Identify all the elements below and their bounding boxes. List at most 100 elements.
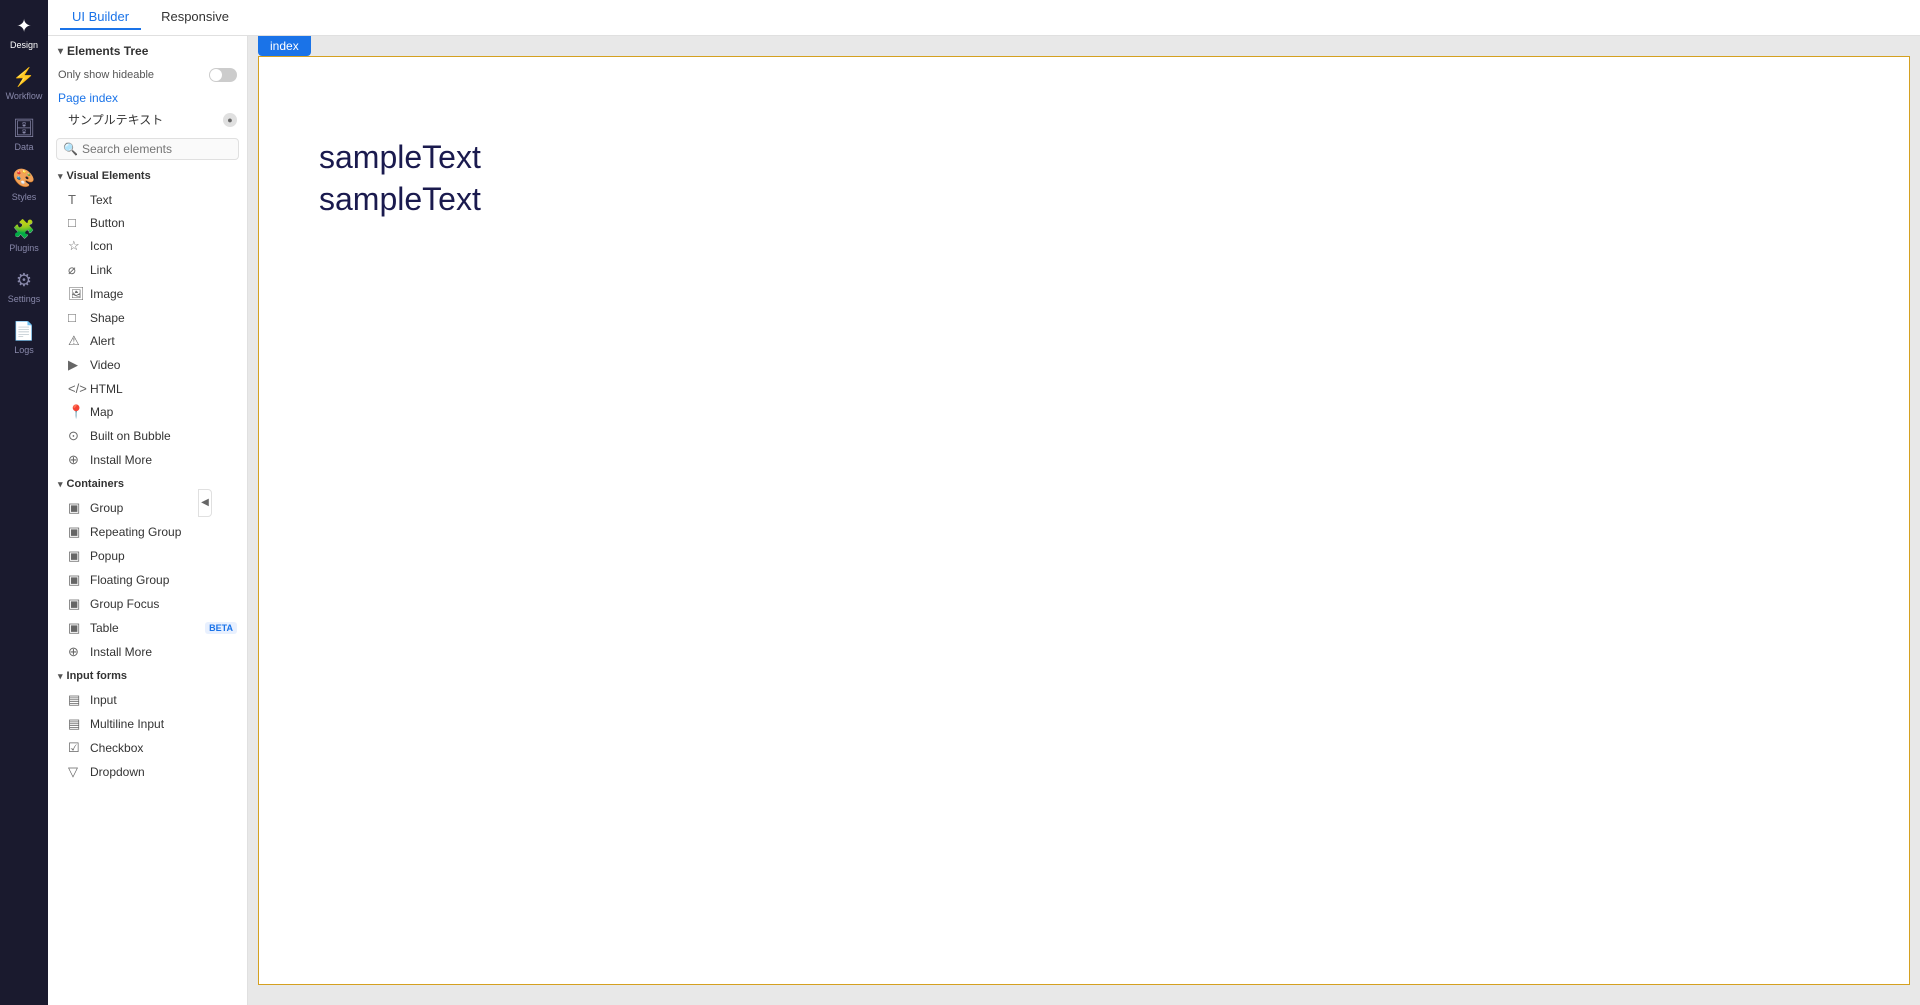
element-item-text[interactable]: T Text xyxy=(48,188,247,211)
element-item-table[interactable]: ▣ Table BETA xyxy=(48,616,247,640)
element-item-input[interactable]: ▤ Input xyxy=(48,688,247,712)
popup-icon: ▣ xyxy=(68,548,84,564)
settings-icon: ⚙ xyxy=(16,270,32,291)
element-label-table: Table xyxy=(90,621,119,635)
element-label-group: Group xyxy=(90,501,123,515)
button-icon: □ xyxy=(68,215,84,230)
element-label-map: Map xyxy=(90,405,113,419)
element-item-alert[interactable]: ⚠ Alert xyxy=(48,329,247,353)
element-item-repeating-group[interactable]: ▣ Repeating Group xyxy=(48,520,247,544)
only-show-label: Only show hideable xyxy=(58,69,154,81)
element-label-html: HTML xyxy=(90,382,123,396)
element-item-group[interactable]: ▣ Group xyxy=(48,496,247,520)
nav-item-styles[interactable]: 🎨 Styles xyxy=(0,160,48,211)
workflow-icon: ⚡ xyxy=(13,67,35,88)
sample-text-label: サンプルテキスト xyxy=(68,111,163,128)
nav-item-logs[interactable]: 📄 Logs xyxy=(0,313,48,364)
content-area: ▾ Elements Tree Only show hideable Page … xyxy=(48,36,1920,1005)
visual-elements-chevron: ▾ xyxy=(58,171,63,182)
element-label-video: Video xyxy=(90,358,120,372)
canvas-content: sampleText sampleText xyxy=(259,57,1909,300)
nav-item-workflow[interactable]: ⚡ Workflow xyxy=(0,59,48,110)
elements-tree-header: ▾ Elements Tree xyxy=(48,36,247,66)
search-box: 🔍 xyxy=(56,138,239,160)
element-label-install-more-visual: Install More xyxy=(90,453,152,467)
element-item-icon[interactable]: ☆ Icon xyxy=(48,234,247,258)
plugins-icon: 🧩 xyxy=(13,219,35,240)
sample-text-visibility-btn[interactable]: ● xyxy=(223,113,237,127)
element-item-multiline-input[interactable]: ▤ Multiline Input xyxy=(48,712,247,736)
element-label-dropdown: Dropdown xyxy=(90,765,145,779)
install-more-visual-icon: ⊕ xyxy=(68,452,84,468)
top-bar: UI Builder Responsive xyxy=(48,0,1920,36)
element-item-link[interactable]: ⌀ Link xyxy=(48,258,247,282)
only-show-hideable-row: Only show hideable xyxy=(48,66,247,88)
element-label-shape: Shape xyxy=(90,311,125,325)
element-label-alert: Alert xyxy=(90,334,115,348)
dropdown-icon: ▽ xyxy=(68,764,84,780)
alert-icon: ⚠ xyxy=(68,333,84,349)
tab-ui-builder[interactable]: UI Builder xyxy=(60,5,141,30)
element-item-html[interactable]: </> HTML xyxy=(48,377,247,400)
panel-scroll: ▾ Visual Elements T Text □ Button ☆ Icon… xyxy=(48,164,247,1005)
left-panel: ▾ Elements Tree Only show hideable Page … xyxy=(48,36,248,1005)
nav-item-settings[interactable]: ⚙ Settings xyxy=(0,262,48,313)
element-item-floating-group[interactable]: ▣ Floating Group xyxy=(48,568,247,592)
icon-icon: ☆ xyxy=(68,238,84,254)
element-item-dropdown[interactable]: ▽ Dropdown xyxy=(48,760,247,784)
html-icon: </> xyxy=(68,381,84,396)
table-icon: ▣ xyxy=(68,620,84,636)
element-label-checkbox: Checkbox xyxy=(90,741,143,755)
logs-icon: 📄 xyxy=(13,321,35,342)
element-item-image[interactable]: 🖼 Image xyxy=(48,282,247,306)
text-icon: T xyxy=(68,192,84,207)
element-item-popup[interactable]: ▣ Popup xyxy=(48,544,247,568)
element-item-button[interactable]: □ Button xyxy=(48,211,247,234)
element-label-popup: Popup xyxy=(90,549,125,563)
nav-item-design[interactable]: ✦ Design xyxy=(0,8,48,59)
data-icon: 🗄 xyxy=(13,118,36,139)
video-icon: ▶ xyxy=(68,357,84,373)
element-item-install-more-containers[interactable]: ⊕ Install More xyxy=(48,640,247,664)
element-label-floating-group: Floating Group xyxy=(90,573,169,587)
sample-text-display-1: sampleText xyxy=(319,137,1849,179)
element-item-checkbox[interactable]: ☑ Checkbox xyxy=(48,736,247,760)
only-show-toggle[interactable] xyxy=(209,68,237,82)
canvas-frame[interactable]: sampleText sampleText xyxy=(258,56,1910,985)
element-item-group-focus[interactable]: ▣ Group Focus xyxy=(48,592,247,616)
element-label-button: Button xyxy=(90,216,125,230)
containers-chevron: ▾ xyxy=(58,479,63,490)
input-forms-chevron: ▾ xyxy=(58,671,63,682)
element-item-install-more-visual[interactable]: ⊕ Install More xyxy=(48,448,247,472)
multiline-input-icon: ▤ xyxy=(68,716,84,732)
group-icon: ▣ xyxy=(68,500,84,516)
floating-group-icon: ▣ xyxy=(68,572,84,588)
search-input[interactable] xyxy=(82,142,232,156)
checkbox-icon: ☑ xyxy=(68,740,84,756)
element-item-built-on-bubble[interactable]: ⊙ Built on Bubble xyxy=(48,424,247,448)
tab-responsive[interactable]: Responsive xyxy=(149,5,241,30)
element-item-shape[interactable]: □ Shape xyxy=(48,306,247,329)
nav-sidebar: ✦ Design ⚡ Workflow 🗄 Data 🎨 Styles 🧩 Pl… xyxy=(0,0,48,1005)
nav-item-data[interactable]: 🗄 Data xyxy=(0,110,48,161)
element-item-map[interactable]: 📍 Map xyxy=(48,400,247,424)
styles-icon: 🎨 xyxy=(13,168,35,189)
page-index-row[interactable]: Page index xyxy=(48,88,247,108)
containers-header: ▾ Containers xyxy=(48,472,247,496)
sample-text-row: サンプルテキスト ● xyxy=(48,108,247,134)
visual-elements-header: ▾ Visual Elements xyxy=(48,164,247,188)
canvas-area: index sampleText sampleText xyxy=(248,36,1920,1005)
element-label-group-focus: Group Focus xyxy=(90,597,159,611)
element-item-video[interactable]: ▶ Video xyxy=(48,353,247,377)
collapse-panel-button[interactable]: ◀ xyxy=(198,489,212,517)
element-label-icon: Icon xyxy=(90,239,113,253)
visual-elements-label: Visual Elements xyxy=(67,170,151,182)
elements-tree-label: Elements Tree xyxy=(67,44,148,58)
element-label-repeating-group: Repeating Group xyxy=(90,525,181,539)
install-more-containers-icon: ⊕ xyxy=(68,644,84,660)
canvas-tab: index xyxy=(258,36,311,56)
image-icon: 🖼 xyxy=(68,286,84,302)
nav-item-plugins[interactable]: 🧩 Plugins xyxy=(0,211,48,262)
beta-badge: BETA xyxy=(205,622,237,634)
link-icon: ⌀ xyxy=(68,262,84,278)
